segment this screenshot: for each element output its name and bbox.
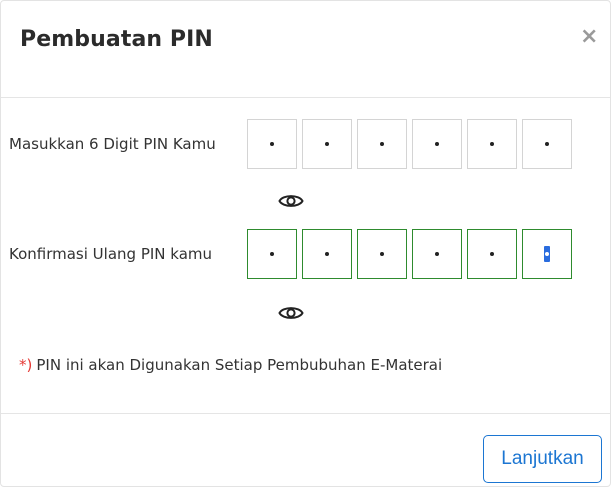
pin-digit-6[interactable] [522,119,572,169]
pin-confirm-label: Konfirmasi Ulang PIN kamu [9,245,213,263]
masked-digit [325,252,329,256]
pin-digit-3[interactable] [357,119,407,169]
confirm-digit-2[interactable] [302,229,352,279]
pin-confirm-boxes [247,229,572,279]
pin-digit-5[interactable] [467,119,517,169]
pin-entry-label: Masukkan 6 Digit PIN Kamu [9,135,216,153]
required-marker: *) [19,356,33,374]
masked-digit [380,252,384,256]
masked-digit [490,142,494,146]
masked-digit [490,252,494,256]
eye-icon[interactable] [277,301,305,325]
confirm-digit-4[interactable] [412,229,462,279]
pin-digit-2[interactable] [302,119,352,169]
lanjutkan-button[interactable]: Lanjutkan [483,435,602,483]
close-icon[interactable]: × [580,26,598,48]
masked-digit [380,142,384,146]
confirm-digit-6[interactable] [522,229,572,279]
footer-divider [1,413,610,414]
masked-digit [435,142,439,146]
pin-usage-note: *) PIN ini akan Digunakan Setiap Pembubuh… [19,356,442,374]
eye-icon[interactable] [277,189,305,213]
modal-title: Pembuatan PIN [20,27,213,52]
pin-digit-1[interactable] [247,119,297,169]
masked-digit [325,142,329,146]
pin-entry-row: Masukkan 6 Digit PIN Kamu [1,119,610,169]
masked-digit [270,142,274,146]
masked-digit [270,252,274,256]
pin-confirm-row: Konfirmasi Ulang PIN kamu [1,229,610,279]
pin-entry-boxes [247,119,572,169]
masked-digit [435,252,439,256]
note-text: PIN ini akan Digunakan Setiap Pembubuhan… [36,356,443,374]
masked-digit [545,142,549,146]
confirm-digit-3[interactable] [357,229,407,279]
pin-digit-4[interactable] [412,119,462,169]
confirm-digit-1[interactable] [247,229,297,279]
confirm-digit-5[interactable] [467,229,517,279]
text-caret [544,246,550,262]
pin-modal: Pembuatan PIN × Masukkan 6 Digit PIN Kam… [0,0,611,487]
modal-header: Pembuatan PIN × [1,1,610,98]
